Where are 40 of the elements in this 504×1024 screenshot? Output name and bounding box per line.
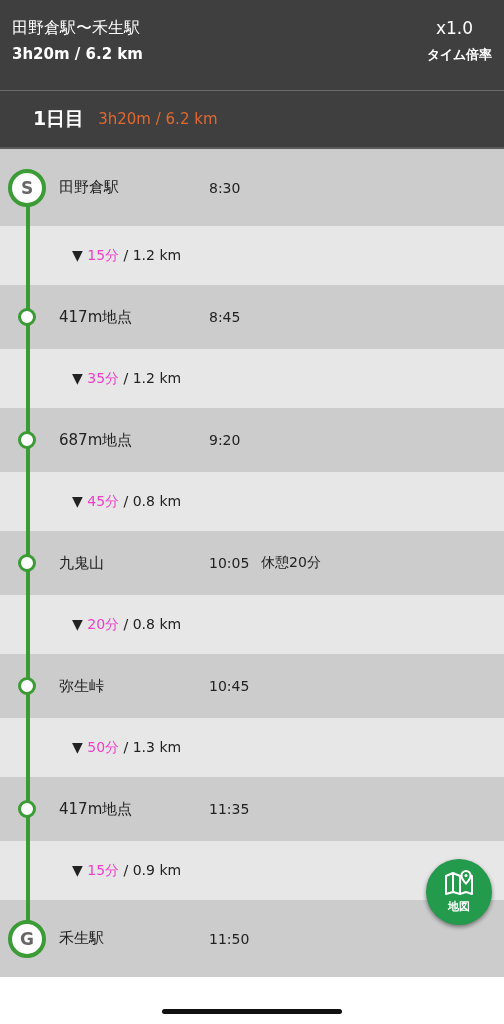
map-pin-icon [444,870,474,896]
day-summary: 3h20m / 6.2 km [98,110,218,128]
point-name: 687m地点 [58,430,134,450]
point-row[interactable]: 九鬼山 10:05 休憩20分 [0,531,504,595]
waypoint-marker-icon [18,554,36,572]
point-time: 10:05 [209,555,251,571]
time-multiplier-button[interactable]: x1.0 タイム倍率 [427,0,492,64]
leg-info: ▼ 15分 / 1.2 km [72,246,182,265]
point-name: 田野倉駅 [58,178,120,197]
point-name: 417m地点 [58,307,134,327]
waypoint-marker-icon [18,677,36,695]
leg-info: ▼ 50分 / 1.3 km [72,738,182,757]
point-name: 九鬼山 [58,553,105,573]
point-row[interactable]: 417m地点 11:35 [0,777,504,841]
waypoint-marker-icon [18,800,36,818]
leg-info: ▼ 15分 / 0.9 km [72,861,182,880]
leg-info: ▼ 45分 / 0.8 km [72,492,182,511]
point-name: 禾生駅 [58,929,105,948]
point-time: 8:30 [209,179,242,196]
waypoint-marker-icon [18,308,36,326]
point-time: 11:50 [209,930,251,947]
route-summary: 3h20m / 6.2 km [12,45,143,63]
point-row[interactable]: 417m地点 8:45 [0,285,504,349]
leg-info: ▼ 35分 / 1.2 km [72,369,182,388]
point-time: 8:45 [209,309,242,325]
point-name: 弥生峠 [58,676,105,696]
point-row[interactable]: S 田野倉駅 8:30 [0,149,504,226]
leg-info: ▼ 20分 / 0.8 km [72,615,182,634]
point-time: 9:20 [209,432,242,448]
rest-time: 休憩20分 [261,554,321,572]
day-label: 1日目 [33,106,85,131]
point-row[interactable]: 弥生峠 10:45 [0,654,504,718]
route-title: 田野倉駅〜禾生駅 [12,18,141,39]
point-time: 11:35 [209,801,251,817]
point-row[interactable]: 687m地点 9:20 [0,408,504,472]
point-name: 417m地点 [58,799,134,819]
point-time: 10:45 [209,678,251,694]
waypoint-marker-icon [18,431,36,449]
goal-marker: G [8,919,46,958]
start-marker: S [8,168,46,207]
